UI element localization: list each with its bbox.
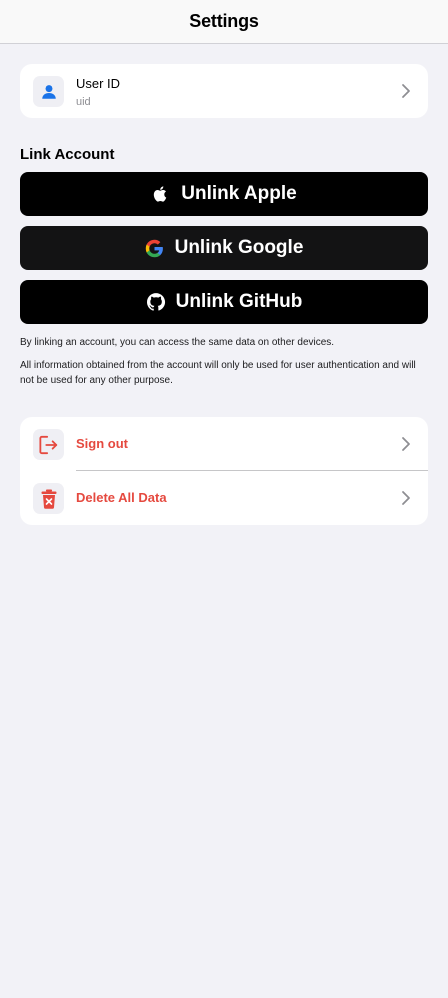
person-icon [41,84,56,99]
sign-out-row[interactable]: Sign out [20,417,428,471]
link-info-note: By linking an account, you can access th… [20,337,335,348]
github-icon [146,292,166,312]
delete-all-data-label: Delete All Data [76,490,167,505]
account-actions-card: Sign out Delete All Data [20,417,428,525]
navigation-bar: Settings [0,0,448,44]
chevron-right-icon [402,491,410,505]
privacy-note: All information obtained from the accoun… [20,360,416,386]
person-icon-box [33,76,64,107]
unlink-github-button[interactable]: Unlink GitHub [20,280,428,324]
delete-all-data-row[interactable]: Delete All Data [20,471,428,525]
link-account-header: Link Account [20,146,115,163]
sign-out-icon-box [33,429,64,460]
unlink-google-button[interactable]: Unlink Google [20,226,428,270]
chevron-right-icon [402,437,410,451]
unlink-apple-label: Unlink Apple [181,183,297,204]
user-id-value: uid [76,96,91,108]
sign-out-icon [38,435,57,454]
unlink-google-label: Unlink Google [174,237,304,258]
trash-icon-box [33,483,64,514]
sign-out-label: Sign out [76,436,128,451]
user-id-label: User ID [76,76,121,91]
user-id-card[interactable]: User ID uid [20,64,428,118]
trash-icon [41,489,56,509]
apple-icon [151,184,171,204]
chevron-right-icon [402,84,410,98]
google-icon [145,238,165,258]
page-title: Settings [189,11,259,31]
unlink-github-label: Unlink GitHub [175,291,303,312]
unlink-apple-button[interactable]: Unlink Apple [20,172,428,216]
